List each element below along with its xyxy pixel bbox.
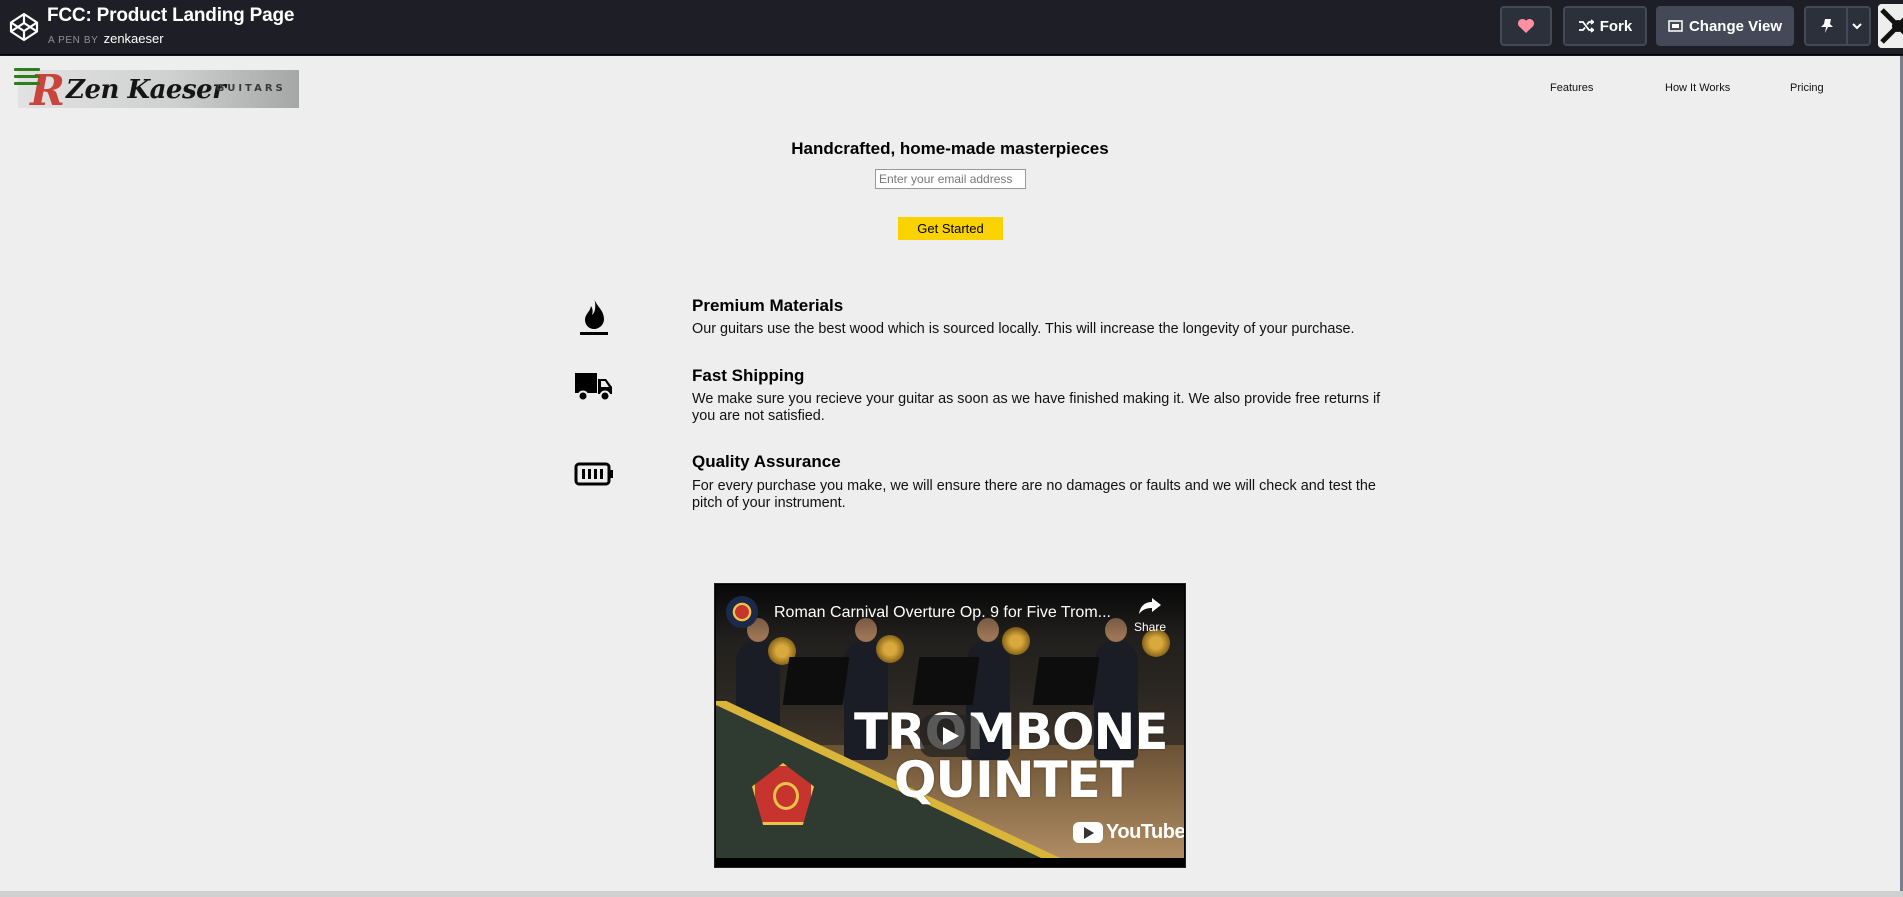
codepen-logo-icon[interactable] bbox=[8, 11, 40, 43]
fork-icon bbox=[1578, 19, 1594, 33]
channel-avatar-icon[interactable] bbox=[726, 596, 758, 628]
truck-icon bbox=[575, 373, 612, 402]
pen-by-label: A PEN BY bbox=[48, 35, 99, 46]
feature-text: We make sure you recieve your guitar as … bbox=[692, 391, 1381, 424]
share-button[interactable]: Share bbox=[1128, 597, 1172, 634]
pen-preview: R Zen Kaeser GUITARS Features How It Wor… bbox=[0, 56, 1903, 897]
youtube-play-icon bbox=[1073, 822, 1103, 843]
codepen-header: FCC: Product Landing Page A PEN BY zenka… bbox=[0, 0, 1903, 55]
pen-byline: A PEN BY zenkaeser bbox=[48, 31, 164, 46]
logo-tagline: GUITARS bbox=[216, 83, 286, 94]
avatar-image-icon bbox=[1878, 4, 1903, 48]
feature-title: Premium Materials bbox=[692, 296, 844, 315]
heart-icon bbox=[1517, 18, 1535, 33]
change-view-label: Change View bbox=[1688, 17, 1783, 35]
get-started-button[interactable]: Get Started bbox=[898, 217, 1003, 240]
feature-text: Our guitars use the best wood which is s… bbox=[692, 321, 1355, 337]
fork-button[interactable]: Fork bbox=[1563, 6, 1647, 46]
feature-title: Quality Assurance bbox=[692, 452, 841, 471]
brand-logo[interactable]: R Zen Kaeser GUITARS bbox=[18, 70, 299, 108]
love-button[interactable] bbox=[1500, 6, 1552, 46]
video-embed[interactable]: Roman Carnival Overture Op. 9 for Five T… bbox=[714, 583, 1186, 868]
logo-name: Zen Kaeser bbox=[66, 75, 226, 105]
feature-title: Fast Shipping bbox=[692, 366, 805, 385]
fire-icon bbox=[580, 298, 608, 335]
hamburger-menu-icon[interactable] bbox=[14, 68, 40, 88]
button-divider bbox=[1846, 8, 1848, 44]
nav-link-how-it-works[interactable]: How It Works bbox=[1665, 82, 1730, 94]
share-label: Share bbox=[1133, 620, 1167, 634]
hero-title: Handcrafted, home-made masterpieces bbox=[791, 139, 1109, 158]
layout-icon bbox=[1668, 20, 1683, 32]
pin-button[interactable] bbox=[1804, 6, 1871, 46]
pen-author-link[interactable]: zenkaeser bbox=[104, 31, 164, 46]
video-title[interactable]: Roman Carnival Overture Op. 9 for Five T… bbox=[774, 604, 1134, 622]
share-icon bbox=[1139, 598, 1161, 614]
nav-link-pricing[interactable]: Pricing bbox=[1790, 82, 1824, 94]
youtube-label: YouTube bbox=[1106, 821, 1184, 843]
change-view-button[interactable]: Change View bbox=[1656, 6, 1794, 46]
chevron-down-icon[interactable] bbox=[1851, 17, 1863, 35]
fork-label: Fork bbox=[1599, 17, 1633, 35]
feature-text: For every purchase you make, we will ens… bbox=[692, 478, 1376, 511]
play-button-icon[interactable] bbox=[920, 715, 980, 757]
email-input[interactable] bbox=[875, 169, 1026, 189]
nav-link-features[interactable]: Features bbox=[1550, 82, 1593, 94]
thumbnail-text-line-2: QUINTET bbox=[894, 751, 1134, 809]
preview-bottom-edge bbox=[0, 891, 1903, 897]
pen-title[interactable]: FCC: Product Landing Page bbox=[47, 5, 294, 27]
youtube-logo[interactable]: YouTube bbox=[1073, 821, 1184, 844]
battery-icon bbox=[574, 462, 613, 486]
user-avatar[interactable] bbox=[1878, 4, 1903, 48]
pin-icon bbox=[1821, 19, 1833, 33]
video-thumbnail: Roman Carnival Overture Op. 9 for Five T… bbox=[716, 585, 1184, 858]
